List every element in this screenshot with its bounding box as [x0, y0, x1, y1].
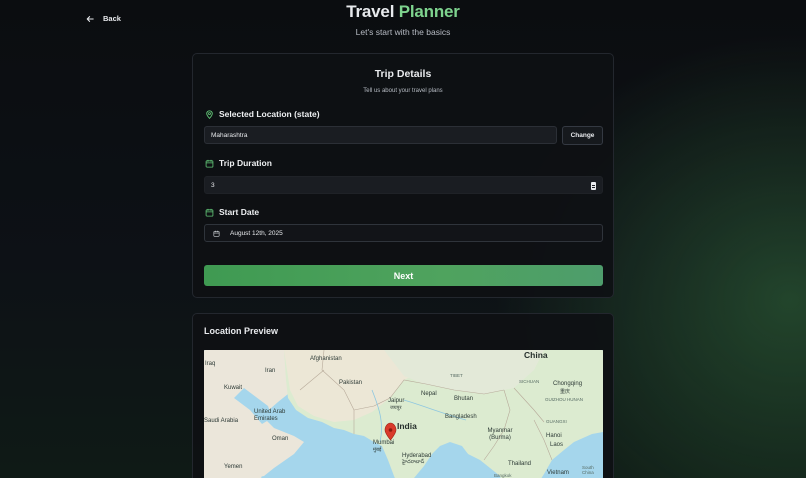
map-label: Jaipur — [388, 398, 405, 404]
map-label: Pakistan — [339, 380, 363, 386]
map-label: Bangkok — [494, 473, 512, 478]
next-button[interactable]: Next — [204, 265, 603, 286]
start-date-label: Start Date — [205, 207, 259, 217]
start-date-value: August 12th, 2025 — [230, 229, 283, 237]
map-label: Saudi Arabia — [204, 418, 239, 424]
page-subtitle: Let's start with the basics — [355, 27, 451, 37]
duration-stepper[interactable] — [591, 182, 596, 190]
trip-details-card: Trip Details Tell us about your travel p… — [192, 53, 614, 298]
map-label: Myanmar (Burma) — [487, 428, 513, 441]
card-title: Trip Details — [374, 68, 432, 80]
location-label: Selected Location (state) — [205, 109, 320, 119]
card-subtitle: Tell us about your travel plans — [363, 88, 443, 94]
map-label: जयपुर — [390, 405, 402, 411]
calendar-icon — [205, 159, 214, 168]
map-label: Kuwait — [224, 385, 243, 391]
map-label: Mumbai — [373, 440, 395, 446]
location-map[interactable]: China Iraq Afghanistan Iran Kuwait Pakis… — [204, 350, 603, 478]
map-label: Laos — [550, 442, 564, 448]
location-input[interactable] — [204, 126, 557, 144]
map-label: Thailand — [508, 461, 532, 467]
map-label: South China — [582, 465, 594, 475]
location-value[interactable] — [211, 131, 556, 139]
map-label: Chongqing — [553, 381, 583, 387]
map-label: Yemen — [224, 464, 243, 470]
map-label: Iran — [265, 368, 276, 374]
map-label: Vietnam — [547, 470, 569, 476]
change-location-button[interactable]: Change — [562, 126, 603, 145]
map-label: Iraq — [205, 361, 216, 367]
page-title: Travel Planner — [346, 2, 460, 21]
map-label: TIBET — [450, 373, 463, 378]
map-label: India — [397, 421, 417, 431]
map-label: United Arab Emirates — [254, 409, 286, 422]
map-label: मुंबई — [373, 447, 382, 453]
start-date-picker[interactable]: August 12th, 2025 — [204, 224, 603, 242]
calendar-icon — [213, 230, 220, 237]
calendar-icon — [205, 208, 214, 217]
map-label: Nepal — [421, 391, 437, 397]
map-label: Hanoi — [546, 433, 562, 439]
location-preview-card: Location Preview China Iraq Afghanistan … — [192, 313, 614, 478]
map-pin-icon — [206, 109, 213, 119]
preview-title: Location Preview — [204, 326, 279, 336]
map-label: 重庆 — [560, 389, 571, 395]
map-label: హైదరాబాద్ — [402, 459, 425, 465]
map-label: GUANGXI — [546, 419, 567, 424]
map-label: Bangladesh — [445, 414, 477, 420]
map-label: SICHUAN — [519, 379, 540, 384]
map-label: GUIZHOU HUNAN — [545, 397, 583, 402]
map-label: Oman — [272, 436, 289, 442]
map-label: Afghanistan — [310, 356, 342, 362]
duration-label: Trip Duration — [205, 158, 272, 168]
duration-value: 3 — [211, 181, 215, 189]
map-label: Bhutan — [454, 396, 474, 402]
duration-input[interactable]: 3 — [204, 176, 603, 194]
map-label: China — [524, 350, 548, 360]
